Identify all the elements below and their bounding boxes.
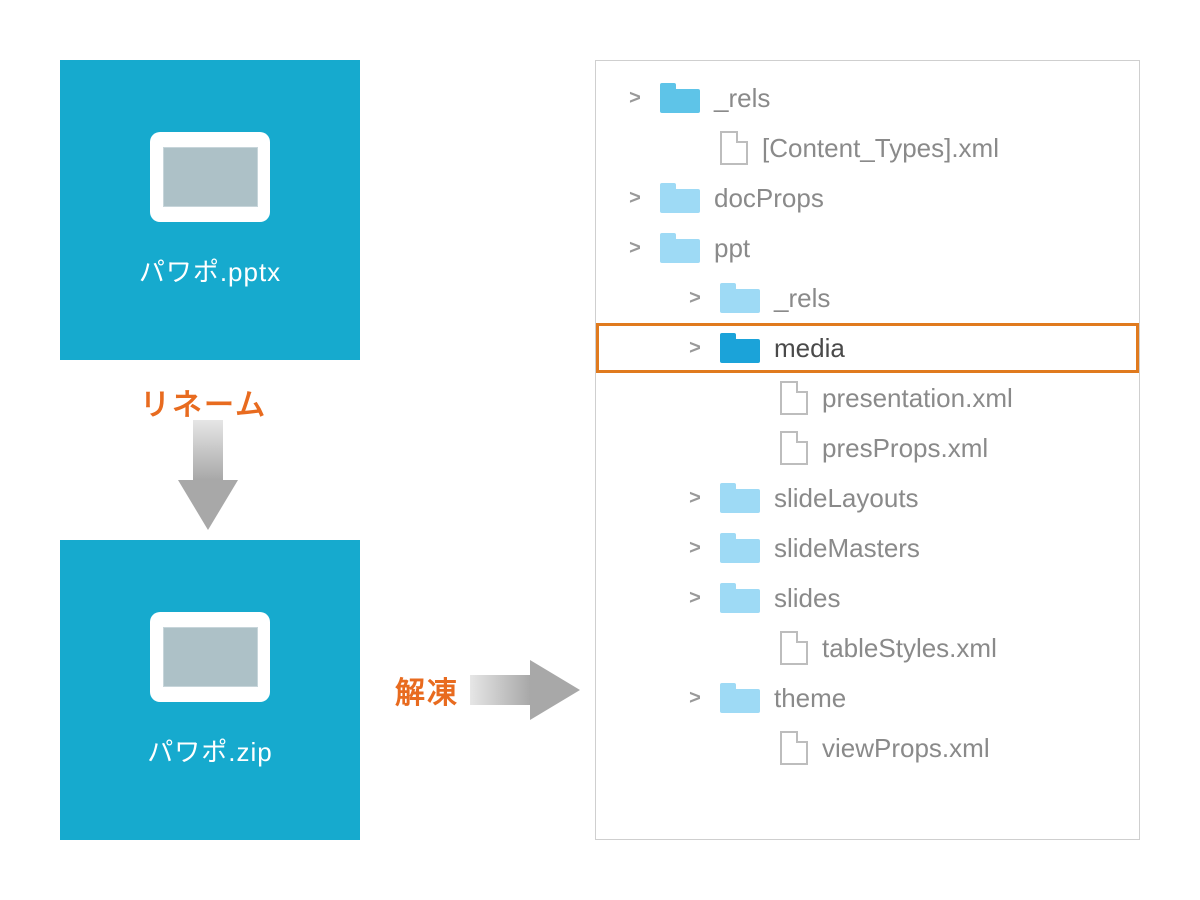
tree-row[interactable]: > docProps xyxy=(596,173,1139,223)
chevron-right-icon[interactable]: > xyxy=(624,87,646,110)
tree-item-label: _rels xyxy=(774,283,1139,314)
folder-icon xyxy=(720,283,760,313)
tree-item-label: viewProps.xml xyxy=(822,733,1139,764)
tree-item-label: _rels xyxy=(714,83,1139,114)
tree-item-label: docProps xyxy=(714,183,1139,214)
folder-icon xyxy=(720,583,760,613)
arrow-down-icon xyxy=(178,420,238,530)
chevron-right-icon[interactable]: > xyxy=(684,687,706,710)
tree-row[interactable]: > _rels xyxy=(596,73,1139,123)
chevron-right-icon[interactable]: > xyxy=(684,487,706,510)
chevron-right-icon[interactable]: > xyxy=(684,537,706,560)
folder-icon xyxy=(660,183,700,213)
file-card-pptx-label: パワポ.pptx xyxy=(139,252,281,289)
tree-row[interactable]: >tableStyles.xml xyxy=(596,623,1139,673)
chevron-right-icon[interactable]: > xyxy=(684,587,706,610)
archive-contents-panel: >_rels>[Content_Types].xml>docProps>ppt>… xyxy=(595,60,1140,840)
step-label-extract: 解凍 xyxy=(395,668,459,712)
file-icon xyxy=(780,631,808,665)
tree-row[interactable]: > slides xyxy=(596,573,1139,623)
tree-item-label: slideLayouts xyxy=(774,483,1139,514)
folder-icon xyxy=(720,683,760,713)
tree-item-label: tableStyles.xml xyxy=(822,633,1139,664)
tree-row[interactable]: >presProps.xml xyxy=(596,423,1139,473)
tree-item-label: slides xyxy=(774,583,1139,614)
tree-item-label: [Content_Types].xml xyxy=(762,133,1139,164)
tree-row[interactable]: >[Content_Types].xml xyxy=(596,123,1139,173)
tree-row[interactable]: > slideLayouts xyxy=(596,473,1139,523)
step-label-rename: リネーム xyxy=(140,380,267,424)
tree-row[interactable]: >viewProps.xml xyxy=(596,723,1139,773)
chevron-right-icon[interactable]: > xyxy=(684,337,706,360)
folder-icon xyxy=(660,83,700,113)
file-card-pptx: パワポ.pptx xyxy=(60,60,360,360)
tree-item-label: slideMasters xyxy=(774,533,1139,564)
tree-item-label: presProps.xml xyxy=(822,433,1139,464)
file-icon xyxy=(720,131,748,165)
folder-icon xyxy=(720,533,760,563)
file-card-zip-label: パワポ.zip xyxy=(147,732,272,769)
file-icon xyxy=(780,731,808,765)
chevron-right-icon[interactable]: > xyxy=(624,187,646,210)
chevron-right-icon[interactable]: > xyxy=(684,287,706,310)
folder-icon xyxy=(720,333,760,363)
chevron-right-icon[interactable]: > xyxy=(624,237,646,260)
file-icon xyxy=(780,381,808,415)
presentation-file-icon xyxy=(150,612,270,702)
arrow-right-icon xyxy=(470,660,580,720)
file-card-zip: パワポ.zip xyxy=(60,540,360,840)
file-icon xyxy=(780,431,808,465)
tree-item-label: presentation.xml xyxy=(822,383,1139,414)
presentation-slide-shape xyxy=(163,627,258,687)
tree-row[interactable]: > ppt xyxy=(596,223,1139,273)
tree-row[interactable]: > media xyxy=(596,323,1139,373)
tree-row[interactable]: > _rels xyxy=(596,273,1139,323)
folder-icon xyxy=(720,483,760,513)
tree-item-label: media xyxy=(774,333,1139,364)
presentation-slide-shape xyxy=(163,147,258,207)
folder-icon xyxy=(660,233,700,263)
tree-row[interactable]: >presentation.xml xyxy=(596,373,1139,423)
tree-row[interactable]: > theme xyxy=(596,673,1139,723)
presentation-file-icon xyxy=(150,132,270,222)
tree-row[interactable]: > slideMasters xyxy=(596,523,1139,573)
tree-item-label: theme xyxy=(774,683,1139,714)
tree-item-label: ppt xyxy=(714,233,1139,264)
